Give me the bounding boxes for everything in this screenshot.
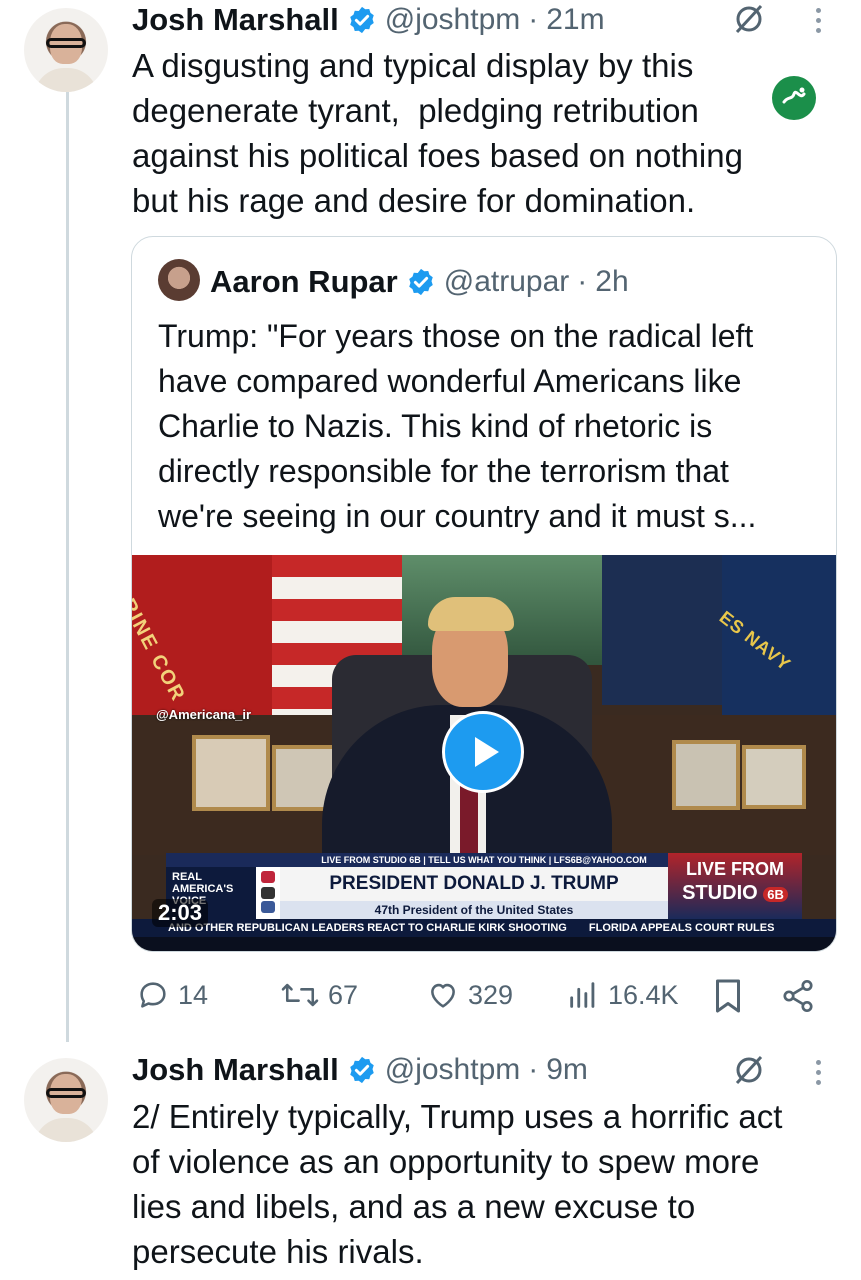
author-handle[interactable]: @joshtpm — [385, 3, 521, 37]
separator: · — [577, 265, 588, 298]
author-handle[interactable]: @joshtpm — [385, 1053, 521, 1087]
share-icon — [783, 979, 813, 1013]
like-button[interactable]: 329 — [426, 978, 513, 1012]
tweet-header: Josh Marshall @joshtpm · 21m — [132, 0, 605, 40]
quote-author-name[interactable]: Aaron Rupar — [210, 264, 398, 300]
separator: · — [528, 3, 539, 36]
quote-body: Trump: "For years those on the radical l… — [158, 318, 757, 534]
social-icons — [256, 867, 280, 919]
bookmark-icon — [716, 979, 740, 1013]
avatar[interactable] — [24, 1058, 108, 1142]
quote-author-handle[interactable]: @atrupar — [444, 265, 570, 299]
repost-button[interactable]: 67 — [280, 978, 358, 1012]
verified-badge-icon — [409, 268, 433, 296]
video-bottom-bar — [132, 937, 836, 951]
photo-frame — [192, 735, 270, 811]
author-name[interactable]: Josh Marshall — [132, 1052, 339, 1088]
ticker-text-left: AND OTHER REPUBLICAN LEADERS REACT TO CH… — [168, 922, 567, 934]
like-count: 329 — [468, 979, 514, 1010]
quote-timestamp[interactable]: 2h — [595, 265, 628, 299]
timestamp[interactable]: 21m — [546, 3, 604, 37]
quoted-tweet[interactable]: Aaron Rupar @atrupar · 2h Trump: "For ye… — [131, 236, 837, 952]
ticker-text-right: FLORIDA APPEALS COURT RULES — [588, 922, 775, 934]
live-badge-number: 6B — [763, 887, 788, 902]
share-button[interactable] — [780, 978, 816, 1014]
quote-avatar[interactable] — [158, 259, 200, 301]
live-badge-line1: LIVE FROM — [686, 859, 784, 879]
channel-logo-icon — [772, 76, 816, 120]
tweet-header: Josh Marshall @joshtpm · 9m — [132, 1050, 588, 1090]
video-player[interactable]: RINE COR ES NAVY @Americana_ir LIVE FROM… — [132, 555, 836, 951]
views-icon — [570, 982, 595, 1008]
chyron-subtitle: 47th President of the United States — [280, 901, 668, 919]
thread-connector — [66, 92, 69, 1042]
more-icon[interactable] — [816, 1060, 824, 1090]
verified-badge-icon — [350, 1056, 374, 1084]
video-duration: 2:03 — [152, 899, 209, 927]
bookmark-button[interactable] — [712, 978, 744, 1014]
chyron-name: PRESIDENT DONALD J. TRUMP — [280, 867, 668, 901]
grok-icon[interactable] — [732, 1053, 766, 1087]
quote-header: Aaron Rupar @atrupar · 2h — [210, 261, 629, 303]
verified-badge-icon — [350, 6, 374, 34]
reply-icon — [140, 982, 166, 1008]
views-button[interactable]: 16.4K — [566, 978, 679, 1012]
photo-frame — [742, 745, 806, 809]
grok-icon[interactable] — [732, 2, 766, 36]
tweet-body: 2/ Entirely typically, Trump uses a horr… — [132, 1098, 783, 1270]
reply-count: 14 — [178, 979, 209, 1010]
like-icon — [431, 983, 455, 1008]
views-count: 16.4K — [608, 979, 679, 1010]
repost-icon — [281, 983, 319, 1007]
watermark: @Americana_ir — [156, 707, 252, 722]
play-icon[interactable] — [442, 711, 524, 793]
live-badge-line2: STUDIO — [682, 882, 758, 904]
tweet-body: A disgusting and typical display by this… — [132, 47, 743, 219]
author-name[interactable]: Josh Marshall — [132, 2, 339, 38]
repost-count: 67 — [328, 979, 359, 1010]
timestamp[interactable]: 9m — [546, 1053, 588, 1087]
reply-button[interactable]: 14 — [136, 978, 208, 1012]
photo-frame — [672, 740, 740, 810]
flag-navy-stripe — [602, 555, 722, 705]
separator: · — [528, 1053, 539, 1086]
news-ticker: AND OTHER REPUBLICAN LEADERS REACT TO CH… — [132, 919, 836, 937]
live-badge: LIVE FROM STUDIO 6B — [668, 853, 802, 919]
more-icon[interactable] — [816, 8, 824, 38]
avatar[interactable] — [24, 8, 108, 92]
presenter-hair — [428, 597, 514, 631]
